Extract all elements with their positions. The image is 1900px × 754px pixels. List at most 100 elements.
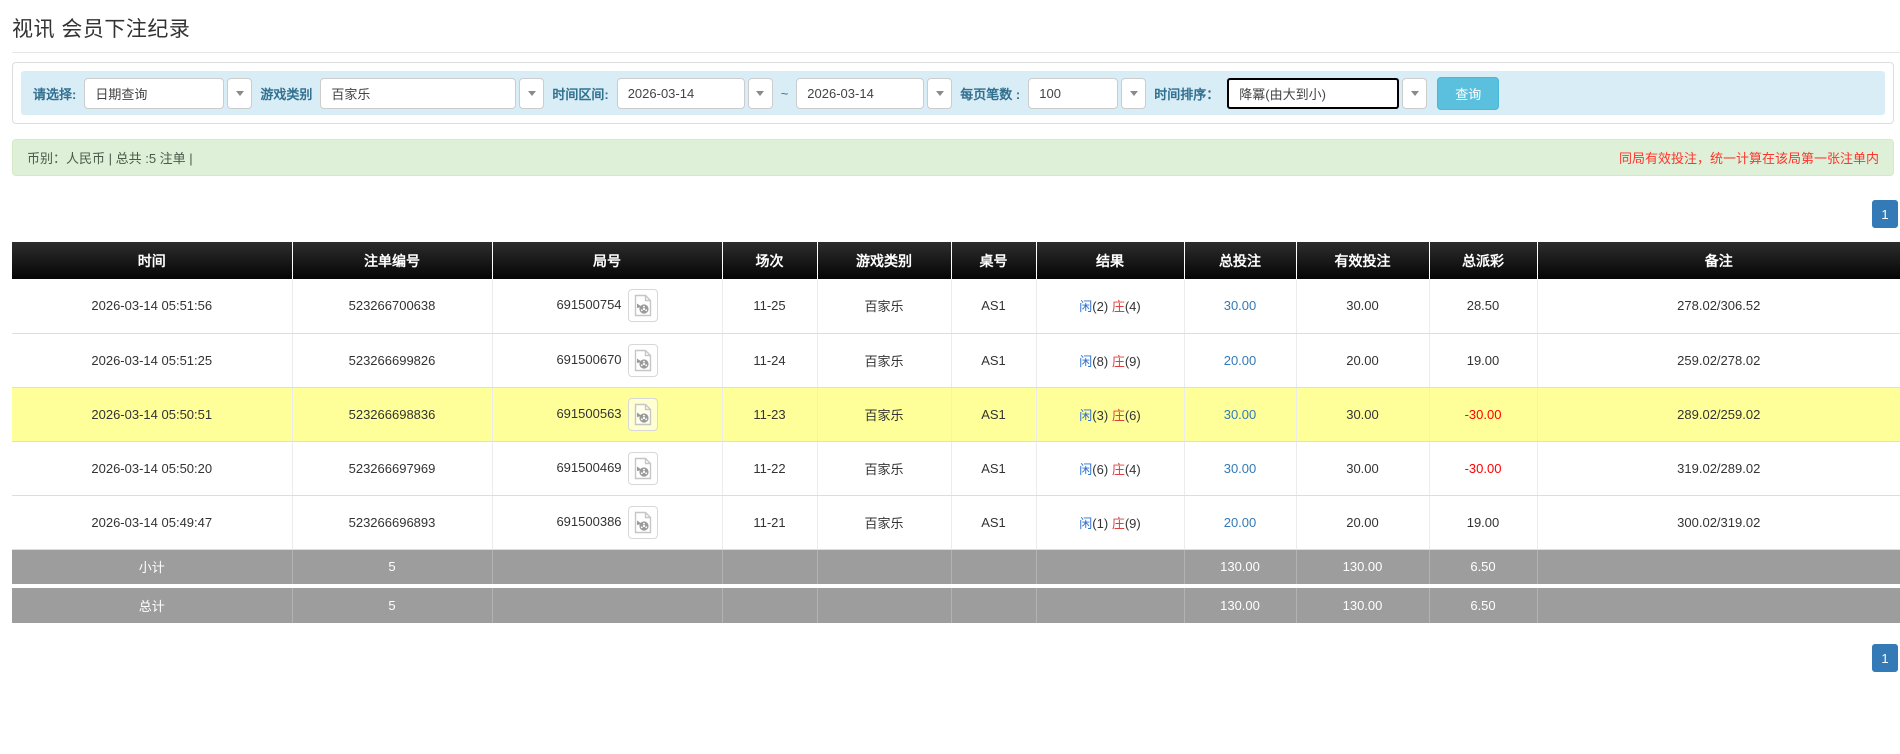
footer-label: 小计 [12,549,293,586]
page-1-button[interactable]: 1 [1872,200,1898,228]
page-title: 视讯 会员下注纪录 [12,18,191,41]
total-bet-link[interactable]: 30.00 [1224,298,1257,313]
chevron-down-icon[interactable] [227,77,253,109]
page-1-button[interactable]: 1 [1872,644,1898,672]
sort-order-value: 降冪(由大到小) [1239,86,1326,102]
footer-total-bet: 130.00 [1184,584,1297,623]
footer-payout: 6.50 [1429,584,1538,623]
query-type-select[interactable]: 日期查询 [84,77,253,109]
cell-remark: 300.02/319.02 [1537,495,1900,550]
cell-session: 11-21 [722,495,818,550]
total-bet-link[interactable]: 30.00 [1224,407,1257,422]
table-row[interactable]: 2026-03-14 05:50:51 523266698836 6915005… [12,387,1900,442]
footer-count: 5 [292,549,493,586]
table-row[interactable]: 2026-03-14 05:49:47 523266696893 6915003… [12,495,1900,550]
cell-total-bet: 30.00 [1184,279,1297,334]
cell-total-bet: 20.00 [1184,495,1297,550]
chevron-down-icon[interactable] [519,77,545,109]
cell-time: 2026-03-14 05:50:20 [12,441,293,496]
footer-payout: 6.50 [1429,549,1538,586]
summary-bar: 币别：人民币 | 总共 :5 注单 | 同局有效投注，统一计算在该局第一张注单内 [12,139,1894,176]
table-row[interactable]: 2026-03-14 05:50:20 523266697969 6915004… [12,441,1900,496]
pagination-bottom: 1 [12,644,1898,672]
cell-payout: 19.00 [1429,333,1538,388]
cell-time: 2026-03-14 05:50:51 [12,387,293,442]
bet-records-table: 时间 注单编号 局号 场次 游戏类别 桌号 结果 总投注 有效投注 总派彩 备注 2026-03-1… [12,242,1900,623]
date-range-tilde: ~ [780,85,789,101]
cell-total-bet: 20.00 [1184,333,1297,388]
chevron-down-icon[interactable] [1402,77,1428,109]
title-divider [12,52,1900,53]
cell-session: 11-22 [722,441,818,496]
footer-count: 5 [292,584,493,623]
cell-session: 11-24 [722,333,818,388]
date-to-picker[interactable]: 2026-03-14 [796,77,953,109]
table-footer-row: 总计 5 130.00 130.00 6.50 [12,584,1900,623]
cell-result: 闲(6) 庄(4) [1036,441,1185,496]
cell-bet-no: 523266700638 [292,279,493,334]
cell-session: 11-25 [722,279,818,334]
query-type-label: 请选择: [33,86,77,102]
filter-panel: 请选择: 日期查询 游戏类别 百家乐 时间区间: 2026-03-14 ~ 20… [12,62,1894,124]
column-header: 局号 [492,242,723,279]
column-header: 场次 [722,242,818,279]
column-header: 有效投注 [1296,242,1430,279]
cell-valid-bet: 20.00 [1296,333,1430,388]
page-size-select[interactable]: 100 [1028,77,1147,109]
page: 视讯 会员下注纪录 请选择: 日期查询 游戏类别 百家乐 时间区间: 2026-… [0,13,1900,672]
cell-total-bet: 30.00 [1184,387,1297,442]
cell-bet-no: 523266697969 [292,441,493,496]
cell-valid-bet: 30.00 [1296,279,1430,334]
cell-table-no: AS1 [951,279,1037,334]
total-bet-link[interactable]: 20.00 [1224,353,1257,368]
sort-order-select[interactable]: 降冪(由大到小) [1227,77,1428,109]
video-record-icon[interactable] [627,343,658,377]
column-header: 时间 [12,242,293,279]
query-type-value: 日期查询 [95,86,148,102]
cell-remark: 289.02/259.02 [1537,387,1900,442]
sort-order-label: 时间排序： [1154,86,1220,102]
cell-payout: -30.00 [1429,387,1538,442]
chevron-down-icon[interactable] [1121,77,1147,109]
footer-total-bet: 130.00 [1184,549,1297,586]
game-type-value: 百家乐 [331,86,371,102]
date-from-picker[interactable]: 2026-03-14 [616,77,773,109]
total-bet-link[interactable]: 20.00 [1224,515,1257,530]
search-button[interactable]: 查询 [1437,76,1500,110]
footer-label: 总计 [12,584,293,623]
page-size-label: 每页笔数 : [960,86,1021,102]
footer-valid-bet: 130.00 [1296,549,1430,586]
cell-bet-no: 523266699826 [292,333,493,388]
date-from-value: 2026-03-14 [627,85,695,101]
video-record-icon[interactable] [627,505,658,539]
column-header: 桌号 [951,242,1037,279]
cell-game-type: 百家乐 [817,387,952,442]
cell-valid-bet: 30.00 [1296,441,1430,496]
cell-result: 闲(3) 庄(6) [1036,387,1185,442]
cell-session: 11-23 [722,387,818,442]
cell-payout: 19.00 [1429,495,1538,550]
table-header-row: 时间 注单编号 局号 场次 游戏类别 桌号 结果 总投注 有效投注 总派彩 备注 [12,242,1900,279]
table-row[interactable]: 2026-03-14 05:51:56 523266700638 6915007… [12,279,1900,334]
filter-toolbar: 请选择: 日期查询 游戏类别 百家乐 时间区间: 2026-03-14 ~ 20… [21,71,1885,115]
column-header: 结果 [1036,242,1185,279]
cell-bet-no: 523266698836 [292,387,493,442]
cell-total-bet: 30.00 [1184,441,1297,496]
cell-valid-bet: 20.00 [1296,495,1430,550]
total-bet-link[interactable]: 30.00 [1224,461,1257,476]
summary-currency-count: 币别：人民币 | 总共 :5 注单 | [27,151,193,166]
cell-bet-no: 523266696893 [292,495,493,550]
cell-payout: 28.50 [1429,279,1538,334]
cell-result: 闲(8) 庄(9) [1036,333,1185,388]
chevron-down-icon[interactable] [747,77,773,109]
video-record-icon[interactable] [627,289,658,323]
cell-time: 2026-03-14 05:51:25 [12,333,293,388]
video-record-icon[interactable] [627,451,658,485]
table-row[interactable]: 2026-03-14 05:51:25 523266699826 6915006… [12,333,1900,388]
game-type-select[interactable]: 百家乐 [320,77,545,109]
video-record-icon[interactable] [627,397,658,431]
column-header: 总派彩 [1429,242,1538,279]
footer-valid-bet: 130.00 [1296,584,1430,623]
chevron-down-icon[interactable] [927,77,953,109]
cell-result: 闲(2) 庄(4) [1036,279,1185,334]
